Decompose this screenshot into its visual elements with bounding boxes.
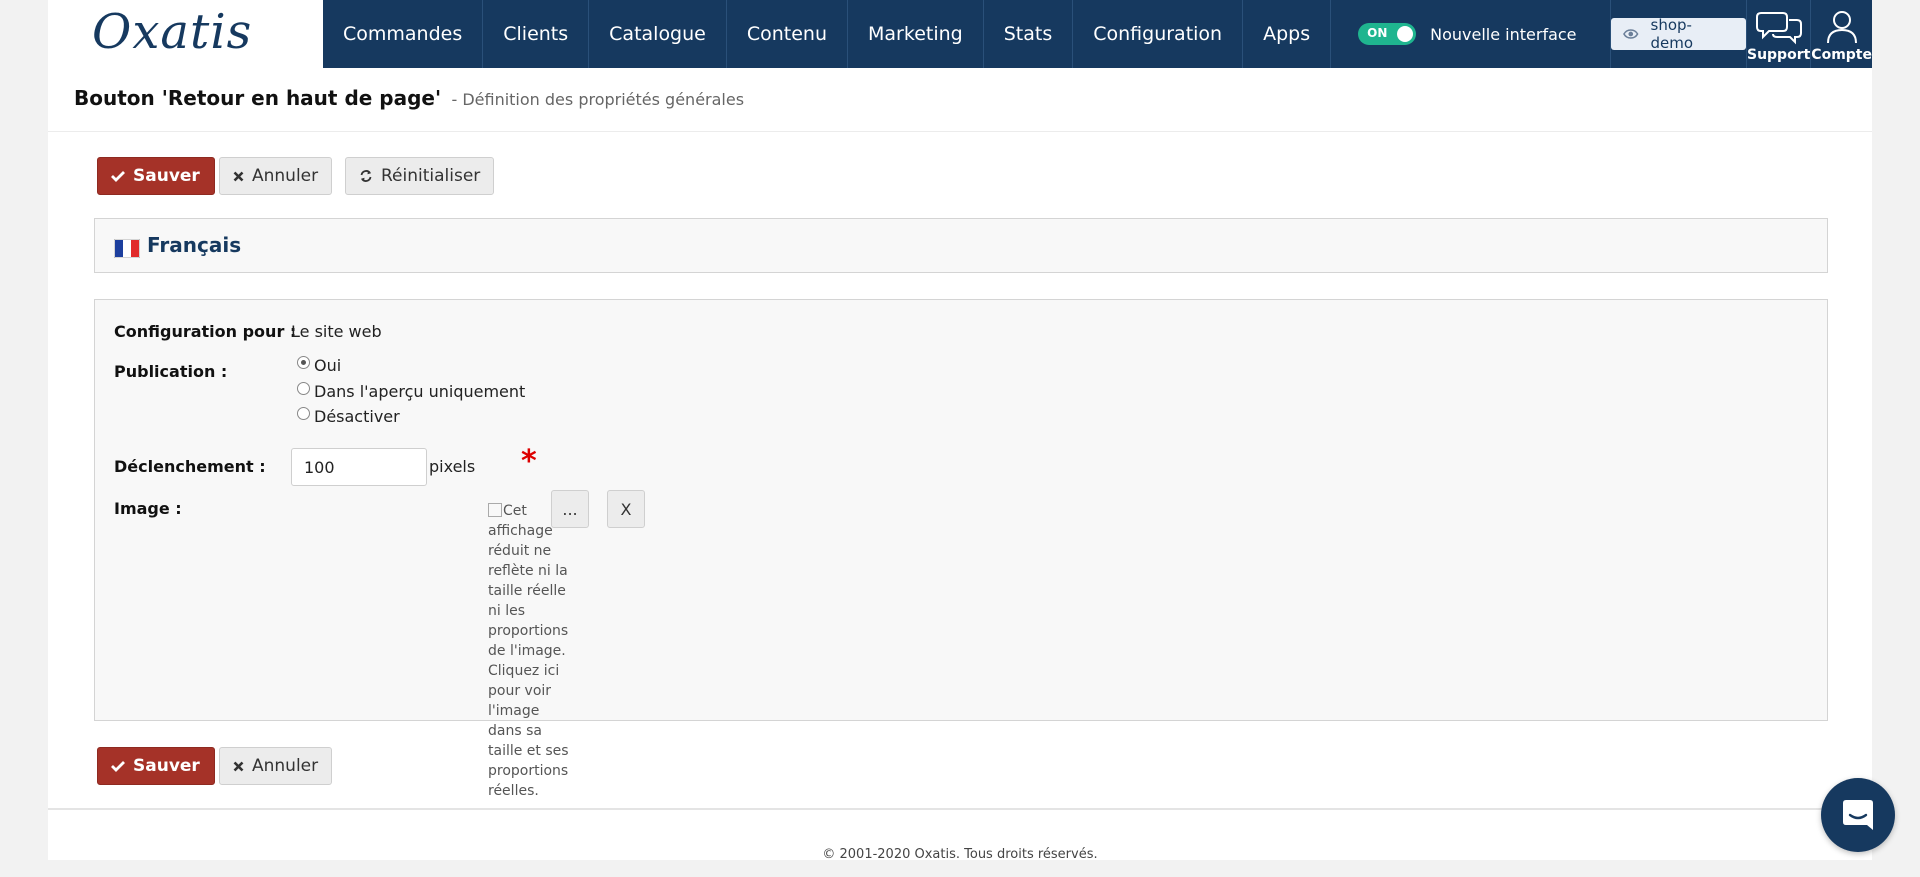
french-flag-icon [114, 239, 140, 258]
top-bar: Oxatis Commandes Clients Catalogue Conte… [48, 0, 1872, 68]
checkmark-icon [111, 760, 125, 772]
chat-launcher-button[interactable] [1821, 778, 1895, 852]
reset-button[interactable]: Réinitialiser [345, 157, 495, 195]
cancel-label: Annuler [252, 756, 319, 776]
shop-area: shop-demo [1610, 0, 1747, 68]
publication-option-oui-label: Oui [314, 356, 342, 375]
cancel-button-top[interactable]: Annuler [219, 157, 333, 195]
page-title-row: Bouton 'Retour en haut de page' - Défini… [74, 86, 744, 110]
nav-item-clients[interactable]: Clients [483, 0, 590, 68]
save-label: Sauver [133, 756, 200, 776]
image-clear-button[interactable]: X [607, 490, 645, 528]
shop-preview-button[interactable]: shop-demo [1610, 16, 1746, 52]
image-alt-text: Cet affichage réduit ne reflète ni la ta… [488, 503, 569, 799]
eye-icon [1623, 29, 1639, 39]
page: Oxatis Commandes Clients Catalogue Conte… [48, 0, 1872, 862]
user-icon [1826, 11, 1857, 44]
chat-icon [1843, 800, 1873, 830]
trigger-label: Déclenchement : [114, 457, 266, 476]
main-nav: Commandes Clients Catalogue Contenu Mark… [323, 0, 1872, 68]
page-subtitle: - Définition des propriétés générales [451, 90, 745, 109]
nav-item-contenu[interactable]: Contenu [727, 0, 849, 68]
publication-option-preview-label: Dans l'aperçu uniquement [314, 382, 526, 401]
publication-option-preview[interactable]: Dans l'aperçu uniquement [297, 382, 525, 401]
svg-text:Oxatis: Oxatis [92, 4, 252, 60]
save-label: Sauver [133, 166, 200, 186]
account-button[interactable]: Compte [1811, 0, 1872, 68]
toggle-state-label: ON [1367, 26, 1388, 40]
support-button[interactable]: Support [1746, 0, 1812, 68]
nav-item-commandes[interactable]: Commandes [323, 0, 484, 68]
trigger-unit: pixels [429, 457, 476, 476]
nav-item-marketing[interactable]: Marketing [848, 0, 984, 68]
title-divider [48, 131, 1872, 132]
account-label: Compte [1811, 47, 1872, 63]
save-button-bottom[interactable]: Sauver [97, 747, 215, 785]
trigger-input[interactable] [291, 448, 427, 486]
radio-disable[interactable] [297, 407, 310, 420]
cancel-button-bottom[interactable]: Annuler [219, 747, 333, 785]
nav-item-stats[interactable]: Stats [984, 0, 1074, 68]
config-label: Configuration pour : [114, 322, 297, 341]
nav-item-catalogue[interactable]: Catalogue [589, 0, 727, 68]
nav-item-configuration[interactable]: Configuration [1073, 0, 1244, 68]
publication-option-oui[interactable]: Oui [297, 356, 341, 375]
refresh-icon [359, 169, 373, 183]
language-panel: Français [94, 218, 1828, 273]
radio-preview[interactable] [297, 382, 310, 395]
broken-image-icon [488, 503, 502, 517]
language-label: Français [147, 233, 242, 257]
radio-oui[interactable] [297, 356, 310, 369]
toggle-knob [1397, 26, 1414, 42]
publication-option-disable-label: Désactiver [314, 407, 400, 426]
image-label: Image : [114, 499, 182, 518]
image-preview-link[interactable]: Cet affichage réduit ne reflète ni la ta… [488, 501, 574, 801]
oxatis-logo[interactable]: Oxatis [92, 4, 272, 62]
page-title: Bouton 'Retour en haut de page' [74, 86, 442, 110]
support-label: Support [1746, 47, 1811, 63]
reset-label: Réinitialiser [381, 166, 481, 186]
form-panel [94, 299, 1828, 721]
footer-copyright: © 2001-2020 Oxatis. Tous droits réservés… [822, 847, 1098, 862]
new-interface-toggle[interactable]: ON [1358, 23, 1417, 45]
config-value: Le site web [291, 322, 382, 341]
chat-bubbles-icon [1755, 12, 1802, 45]
publication-option-disable[interactable]: Désactiver [297, 407, 400, 426]
shop-name: shop-demo [1650, 16, 1694, 52]
checkmark-icon [111, 170, 125, 182]
close-icon [233, 171, 244, 182]
cancel-label: Annuler [252, 166, 319, 186]
nav-item-apps[interactable]: Apps [1243, 0, 1332, 68]
required-asterisk: * [521, 444, 537, 479]
new-interface-toggle-group: ON Nouvelle interface [1331, 0, 1611, 68]
footer-divider [48, 808, 1872, 810]
save-button-top[interactable]: Sauver [97, 157, 215, 195]
new-interface-label: Nouvelle interface [1430, 24, 1577, 44]
publication-label: Publication : [114, 362, 228, 381]
close-icon [233, 761, 244, 772]
